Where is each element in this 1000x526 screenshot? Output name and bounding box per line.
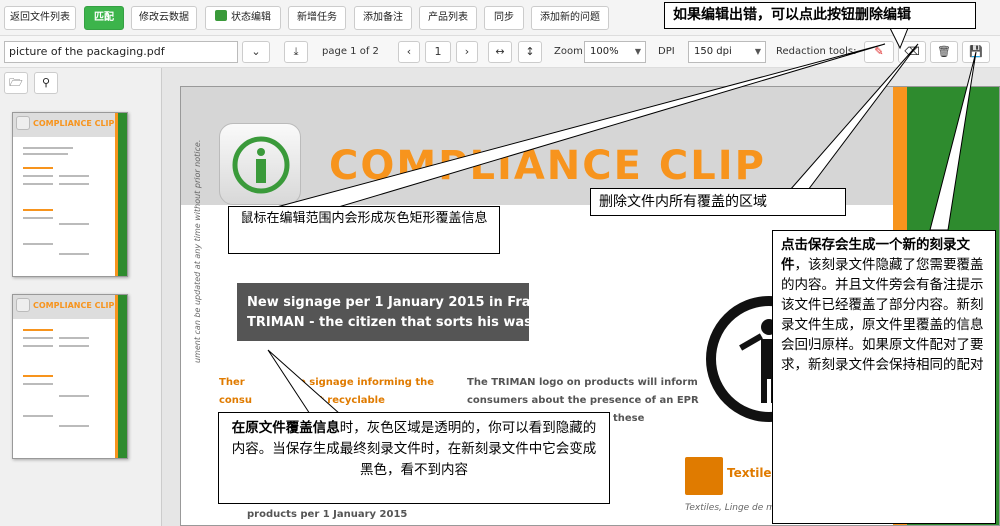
callout-hidden-bold: 在原文件覆盖信息	[231, 420, 340, 436]
callout-delete-all: 删除文件内所有覆盖的区域	[590, 188, 846, 216]
app-window: 返回文件列表 匹配 修改云数据 状态编辑 新增任务 添加备注 产品列表 同步 添…	[0, 0, 1000, 526]
callout-delete-edit: 如果编辑出错，可以点此按钮删除编辑	[664, 2, 976, 29]
pointer-hidden-info	[267, 349, 342, 415]
callout-mouse-gray-rectangle: 鼠标在编辑范围内会形成灰色矩形覆盖信息	[228, 206, 500, 254]
callout-hidden-info: 在原文件覆盖信息时，灰色区域是透明的，你可以看到隐藏的内容。当保存生成最终刻录文…	[218, 412, 610, 504]
callout-save: 点击保存会生成一个新的刻录文件，该刻录文件隐藏了您需要覆盖的内容。并且文件旁会有…	[772, 230, 996, 524]
pointer-top-right	[889, 27, 909, 50]
callout-save-text: ，该刻录文件隐藏了您需要覆盖的内容。并且文件旁会有备注提示该文件已经覆盖了部分内…	[781, 257, 984, 373]
pointer-save	[929, 51, 977, 231]
